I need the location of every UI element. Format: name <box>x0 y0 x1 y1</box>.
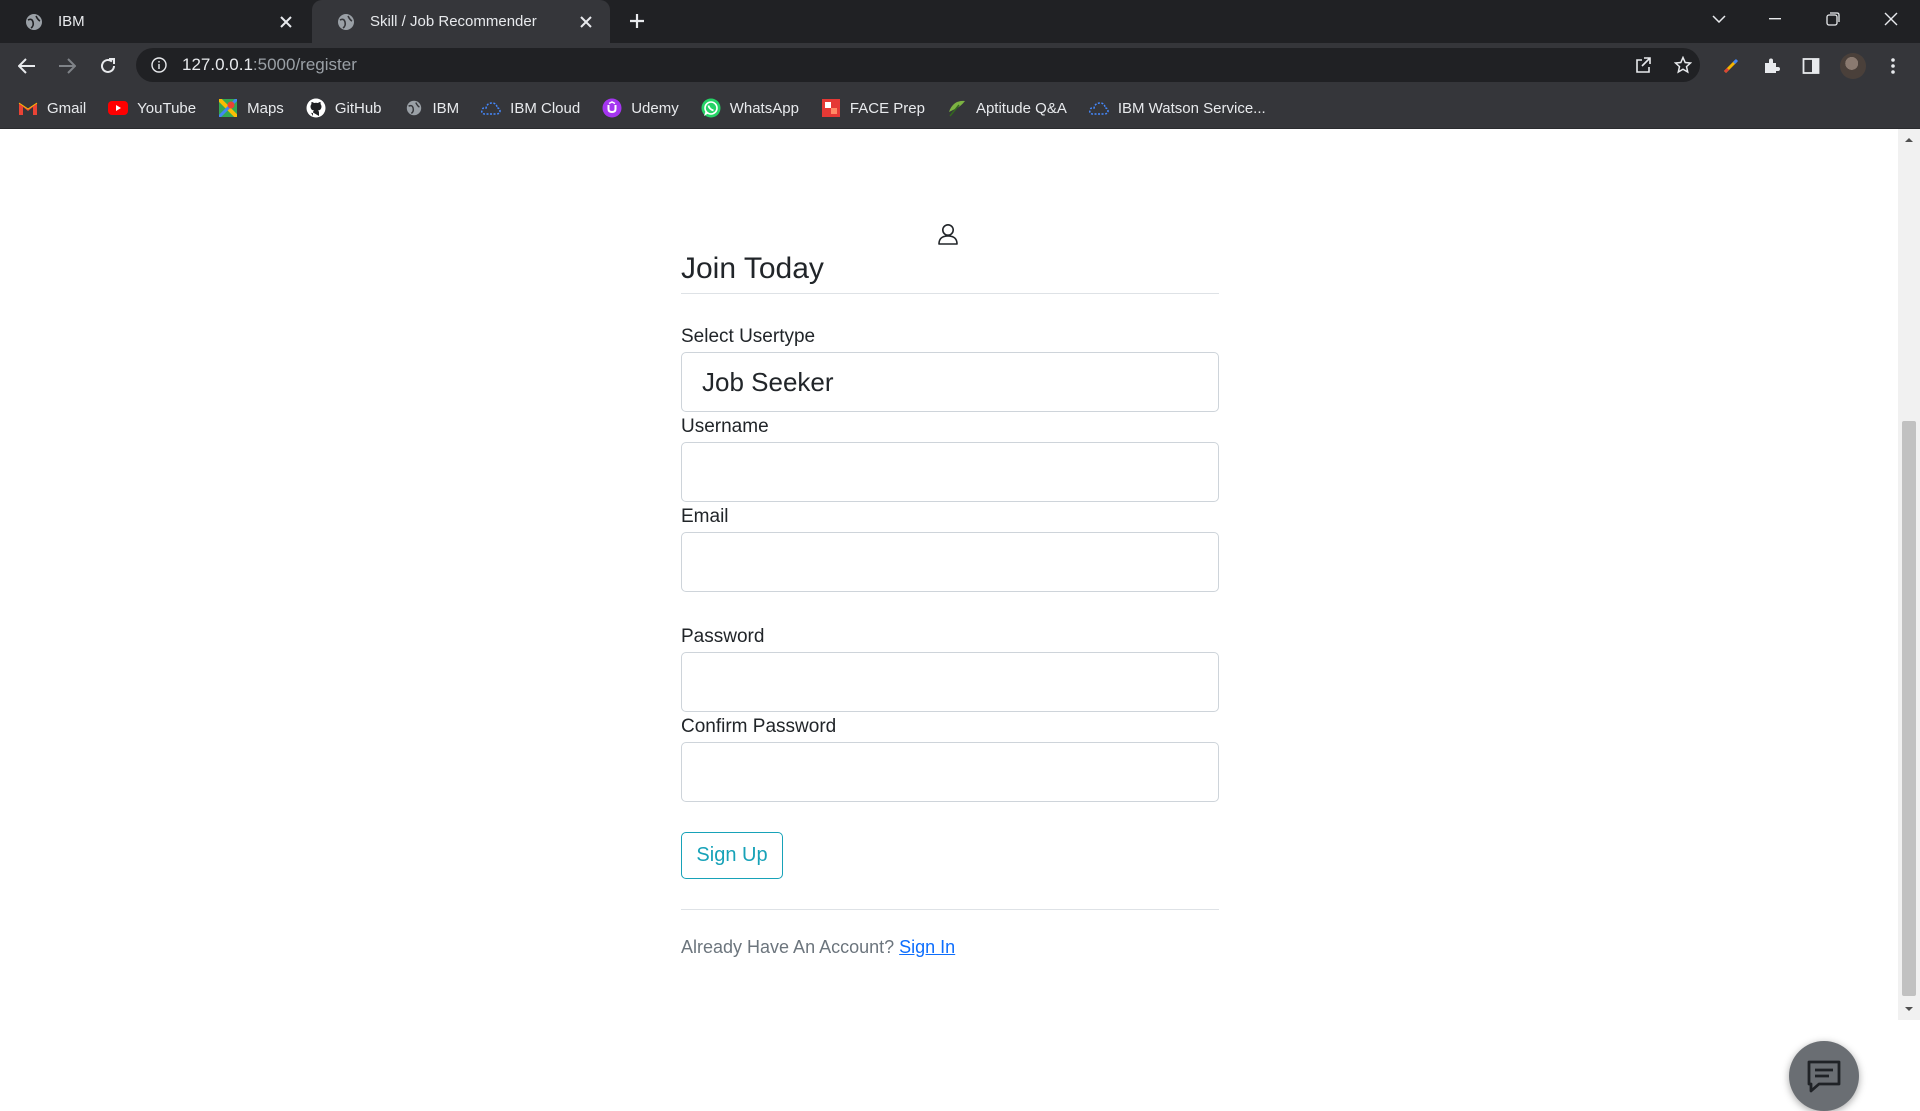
info-icon[interactable] <box>150 56 168 74</box>
bookmark-label: Udemy <box>631 99 679 117</box>
browser-toolbar: 127.0.0.1:5000/register <box>0 43 1920 88</box>
restore-icon <box>1826 12 1840 26</box>
scroll-down-arrow-icon[interactable] <box>1904 1004 1914 1014</box>
back-button[interactable] <box>12 51 42 81</box>
plus-icon <box>630 14 644 28</box>
bookmark-aptitude[interactable]: Aptitude Q&A <box>947 98 1067 118</box>
tab-title: Skill / Job Recommender <box>370 13 537 30</box>
url-host: 127.0.0.1 <box>182 55 253 74</box>
share-icon[interactable] <box>1628 48 1658 82</box>
youtube-icon <box>108 98 129 118</box>
side-panel-icon[interactable] <box>1796 51 1826 81</box>
bookmark-label: IBM <box>432 99 460 117</box>
bookmark-ibm-watson[interactable]: IBM Watson Service... <box>1088 98 1266 118</box>
bookmark-label: IBM Watson Service... <box>1117 99 1266 117</box>
bookmark-face-prep[interactable]: FACE Prep <box>821 98 925 118</box>
profile-button[interactable] <box>1838 51 1868 81</box>
arrow-left-icon <box>18 58 35 74</box>
bookmark-maps[interactable]: Maps <box>218 98 284 118</box>
pen-extension-icon[interactable] <box>1716 51 1746 81</box>
new-tab-button[interactable] <box>624 8 650 34</box>
globe-icon <box>404 98 424 118</box>
usertype-label: Select Usertype <box>681 326 816 347</box>
minimize-icon <box>1769 18 1781 20</box>
username-input[interactable] <box>681 442 1219 502</box>
bookmark-label: Maps <box>247 99 284 117</box>
bookmark-label: GitHub <box>334 99 382 117</box>
usertype-select[interactable]: Job Seeker <box>681 352 1219 412</box>
bookmark-label: IBM Cloud <box>510 99 581 117</box>
ibm-cloud-icon <box>481 98 501 118</box>
avatar <box>1840 53 1866 79</box>
kebab-menu-icon <box>1891 58 1895 74</box>
ibm-cloud-icon <box>1088 98 1109 118</box>
tab-title: IBM <box>58 13 85 30</box>
faceprep-icon <box>821 98 841 118</box>
close-icon[interactable] <box>574 10 598 34</box>
maps-icon <box>218 98 238 118</box>
bookmark-github[interactable]: GitHub <box>306 98 382 118</box>
tab-search-button[interactable] <box>1696 0 1742 38</box>
forward-button[interactable] <box>52 51 82 81</box>
globe-icon <box>338 13 354 30</box>
confirm-password-input[interactable] <box>681 742 1219 802</box>
email-label: Email <box>681 506 729 527</box>
gmail-icon <box>18 98 38 118</box>
bookmark-udemy[interactable]: Udemy <box>602 98 679 118</box>
confirm-password-label: Confirm Password <box>681 716 837 737</box>
bookmark-label: FACE Prep <box>849 99 925 117</box>
bookmark-label: Gmail <box>47 99 87 117</box>
close-icon[interactable] <box>274 10 298 34</box>
close-window-button[interactable] <box>1868 0 1914 38</box>
chevron-down-icon <box>1712 15 1726 23</box>
bookmark-gmail[interactable]: Gmail <box>18 98 86 118</box>
reload-button[interactable] <box>93 51 123 81</box>
udemy-icon <box>602 98 622 118</box>
browser-titlebar: IBM Skill / Job Recommender <box>0 0 1920 43</box>
reload-icon <box>101 58 115 73</box>
bookmark-youtube[interactable]: YouTube <box>108 98 196 118</box>
globe-icon <box>26 13 42 30</box>
tab-skill-job-recommender[interactable]: Skill / Job Recommender <box>312 0 610 43</box>
signin-prompt-text: Already Have An Account? <box>681 937 895 957</box>
whatsapp-icon <box>701 98 721 118</box>
bookmark-label: WhatsApp <box>729 99 799 117</box>
username-label: Username <box>681 416 769 437</box>
url-text: 127.0.0.1:5000/register <box>182 55 357 75</box>
bookmark-label: Aptitude Q&A <box>975 99 1067 117</box>
aptitude-icon <box>947 98 967 118</box>
arrow-right-icon <box>59 58 76 74</box>
bookmark-ibm-cloud[interactable]: IBM Cloud <box>481 98 580 118</box>
form-legend: Join Today <box>681 251 1219 294</box>
bookmark-whatsapp[interactable]: WhatsApp <box>701 98 799 118</box>
chat-widget-button[interactable] <box>1789 1041 1859 1111</box>
sign-in-link[interactable]: Sign In <box>899 937 955 957</box>
email-input[interactable] <box>681 532 1219 592</box>
restore-button[interactable] <box>1810 0 1856 38</box>
close-icon <box>1884 12 1898 26</box>
bookmarks-bar: Gmail YouTube Maps GitHub IBM IBM Cloud … <box>0 88 1920 129</box>
scroll-up-arrow-icon[interactable] <box>1904 135 1914 145</box>
password-label: Password <box>681 626 765 647</box>
user-icon <box>938 224 958 245</box>
divider <box>681 909 1219 910</box>
bookmark-label: YouTube <box>137 99 197 117</box>
chat-icon <box>1807 1060 1841 1093</box>
signin-prompt: Already Have An Account? Sign In <box>681 937 955 958</box>
sign-up-button[interactable]: Sign Up <box>681 832 783 879</box>
usertype-selected-value: Job Seeker <box>702 366 834 397</box>
star-icon[interactable] <box>1668 48 1698 82</box>
password-input[interactable] <box>681 652 1219 712</box>
tab-ibm[interactable]: IBM <box>0 0 310 43</box>
minimize-button[interactable] <box>1752 0 1798 38</box>
github-icon <box>306 98 326 118</box>
menu-button[interactable] <box>1878 51 1908 81</box>
address-bar[interactable]: 127.0.0.1:5000/register <box>136 48 1700 82</box>
page-content: Join Today Select Usertype Job Seeker Us… <box>0 129 1898 1111</box>
page-scrollbar[interactable] <box>1898 129 1920 1020</box>
bookmark-ibm[interactable]: IBM <box>404 98 460 118</box>
scrollbar-thumb[interactable] <box>1902 421 1916 996</box>
url-path: :5000/register <box>252 55 357 74</box>
extensions-icon[interactable] <box>1756 51 1786 81</box>
